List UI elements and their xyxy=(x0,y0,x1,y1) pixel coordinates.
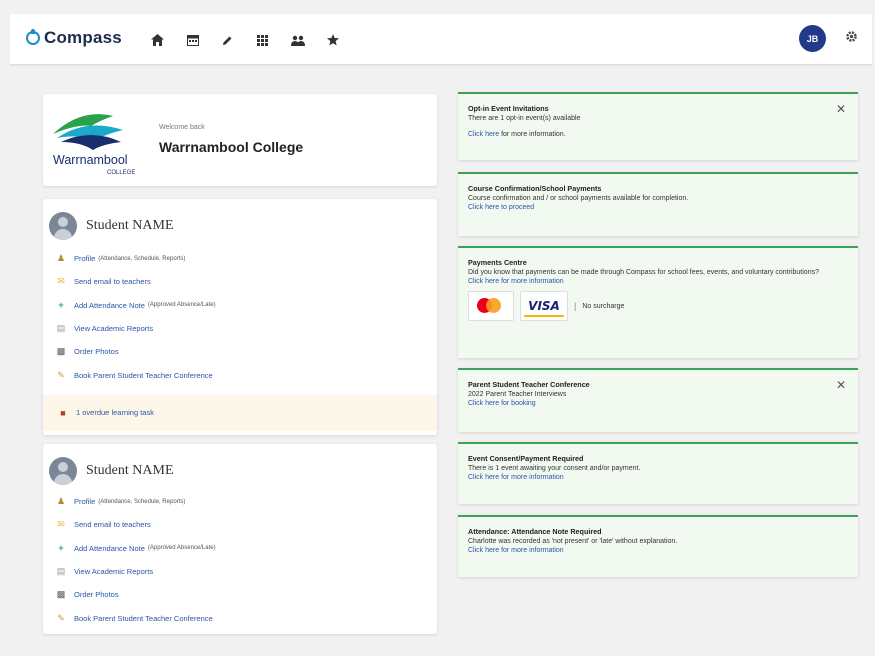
people-icon[interactable] xyxy=(280,29,315,51)
email-icon: ✉ xyxy=(57,276,65,287)
task-icon: ■ xyxy=(60,407,66,418)
notice-course-confirmation: Course Confirmation/School Payments Cour… xyxy=(458,172,858,236)
user-avatar[interactable]: JB xyxy=(799,25,826,52)
student-header: Student NAME xyxy=(43,444,437,486)
profile-icon: ♟ xyxy=(56,253,66,264)
calendar-icon[interactable] xyxy=(175,29,210,51)
school-logo-subtext: COLLEGE xyxy=(107,170,135,176)
notice-attendance-note-required: Attendance: Attendance Note Required Cha… xyxy=(458,515,858,577)
profile-link[interactable]: ♟ Profile (Attendance, Schedule, Reports) xyxy=(54,247,437,270)
student-card-2: Student NAME ♟ Profile (Attendance, Schedu… xyxy=(43,444,437,634)
order-photos-link[interactable]: ▩ Order Photos xyxy=(54,583,437,606)
conference-icon: ✎ xyxy=(57,612,65,623)
mastercard-icon xyxy=(468,291,514,321)
grid-icon[interactable] xyxy=(245,29,280,51)
close-icon[interactable]: ✕ xyxy=(836,102,846,116)
school-logo: Warrnambool COLLEGE xyxy=(51,104,151,176)
book-conference-link[interactable]: ✎ Book Parent Student Teacher Conference xyxy=(54,363,437,386)
no-surcharge-text: No surcharge xyxy=(582,302,625,310)
reports-icon: ▤ xyxy=(56,566,66,577)
profile-icon: ♟ xyxy=(56,496,66,507)
book-conference-link[interactable]: ✎ Book Parent Student Teacher Conference xyxy=(54,606,437,629)
welcome-text: Welcome back xyxy=(159,124,205,131)
notice-link[interactable]: Click here for more information xyxy=(468,474,848,481)
school-logo-text: Warrnambool xyxy=(53,153,128,167)
notice-title: Opt-in Event Invitations xyxy=(468,104,549,113)
student-links: ♟ Profile (Attendance, Schedule, Reports) … xyxy=(43,490,437,630)
send-email-link[interactable]: ✉ Send email to teachers xyxy=(54,513,437,536)
student-links: ♟ Profile (Attendance, Schedule, Reports) … xyxy=(43,247,437,387)
notice-link-row: Click here for more information. xyxy=(468,131,566,138)
notice-link[interactable]: Click here xyxy=(468,131,499,138)
payment-methods: VISA | No surcharge xyxy=(468,291,848,321)
gear-icon[interactable] xyxy=(845,30,858,47)
reports-icon: ▤ xyxy=(56,323,66,334)
school-name: Warrnambool College xyxy=(159,139,304,155)
student-name: Student NAME xyxy=(86,463,174,478)
notice-opt-in-events: Opt-in Event Invitations There are 1 opt… xyxy=(458,92,858,160)
notice-parent-teacher-conference: Parent Student Teacher Conference 2022 P… xyxy=(458,368,858,432)
notice-body: There are 1 opt-in event(s) available xyxy=(468,115,581,122)
notice-title: Parent Student Teacher Conference xyxy=(468,380,590,389)
view-reports-link[interactable]: ▤ View Academic Reports xyxy=(54,560,437,583)
notice-body: Course confirmation and / or school paym… xyxy=(468,195,689,202)
notice-body: 2022 Parent Teacher Interviews xyxy=(468,391,567,398)
plus-icon: + xyxy=(58,300,64,311)
profile-link[interactable]: ♟ Profile (Attendance, Schedule, Reports) xyxy=(54,490,437,513)
compass-logo-icon xyxy=(26,29,40,45)
pencil-icon[interactable] xyxy=(210,29,245,51)
star-icon[interactable] xyxy=(315,29,350,51)
photo-icon: ▩ xyxy=(56,589,66,600)
app-name: Compass xyxy=(44,28,122,47)
notice-body: Charlotte was recorded as 'not present' … xyxy=(468,538,678,545)
overdue-task-text[interactable]: 1 overdue learning task xyxy=(76,408,154,417)
add-attendance-note-link[interactable]: + Add Attendance Note (Approved Absence/La… xyxy=(54,294,437,317)
notice-link[interactable]: Click here for more information xyxy=(468,547,848,554)
notice-link[interactable]: Click here for booking xyxy=(468,400,848,407)
student-name: Student NAME xyxy=(86,218,174,233)
notice-body: Did you know that payments can be made t… xyxy=(468,269,819,276)
notice-payments-centre: Payments Centre Did you know that paymen… xyxy=(458,246,858,358)
order-photos-link[interactable]: ▩ Order Photos xyxy=(54,340,437,363)
plus-icon: + xyxy=(58,543,64,554)
compass-logo[interactable]: Compass xyxy=(26,28,122,48)
student-avatar xyxy=(49,212,77,240)
student-card-1: Student NAME ♟ Profile (Attendance, Schedu… xyxy=(43,199,437,435)
notice-link[interactable]: Click here to proceed xyxy=(468,204,848,211)
add-attendance-note-link[interactable]: + Add Attendance Note (Approved Absence/La… xyxy=(54,537,437,560)
student-avatar xyxy=(49,457,77,485)
home-icon[interactable] xyxy=(140,29,175,51)
visa-icon: VISA xyxy=(520,291,568,321)
school-card: Warrnambool COLLEGE Welcome back Warrnam… xyxy=(43,94,437,186)
send-email-link[interactable]: ✉ Send email to teachers xyxy=(54,270,437,293)
close-icon[interactable]: ✕ xyxy=(836,378,846,392)
student-header: Student NAME xyxy=(43,199,437,241)
nav-icon-bar xyxy=(140,29,350,51)
notice-title: Event Consent/Payment Required xyxy=(468,454,584,463)
notice-link[interactable]: Click here for more information xyxy=(468,278,848,285)
top-navigation-bar: Compass JB xyxy=(10,14,872,65)
notice-title: Course Confirmation/School Payments xyxy=(468,184,602,193)
email-icon: ✉ xyxy=(57,519,65,530)
notice-event-consent: Event Consent/Payment Required There is … xyxy=(458,442,858,504)
photo-icon: ▩ xyxy=(56,346,66,357)
notice-title: Payments Centre xyxy=(468,258,527,267)
overdue-task-row[interactable]: ■ 1 overdue learning task xyxy=(43,394,437,431)
notice-body: There is 1 event awaiting your consent a… xyxy=(468,465,641,472)
view-reports-link[interactable]: ▤ View Academic Reports xyxy=(54,317,437,340)
conference-icon: ✎ xyxy=(57,369,65,380)
notice-title: Attendance: Attendance Note Required xyxy=(468,527,602,536)
divider: | xyxy=(574,301,577,311)
